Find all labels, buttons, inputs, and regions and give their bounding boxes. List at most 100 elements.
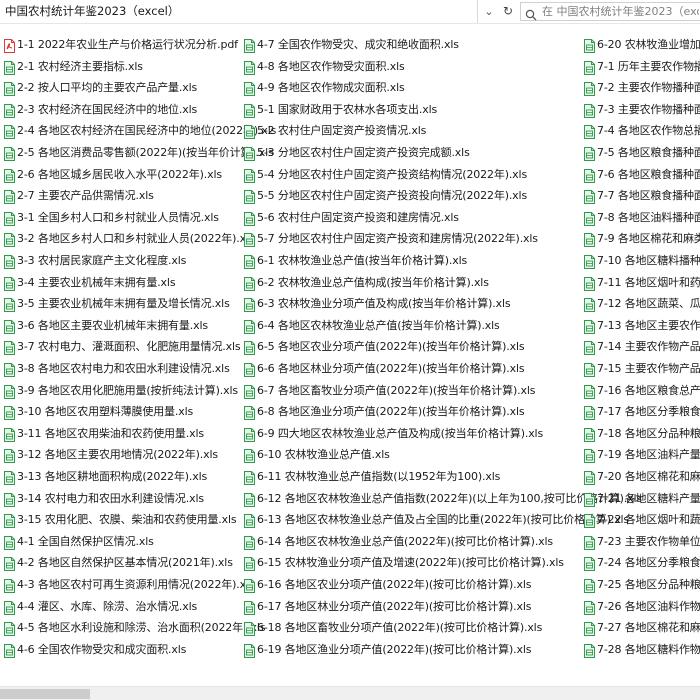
excel-file-icon bbox=[4, 189, 15, 205]
file-name: 6-8 各地区渔业分项产值(2022年)(按当年价格计算).xls bbox=[257, 405, 525, 419]
file-name: 7-10 各地区糖料播种面积( bbox=[597, 254, 700, 267]
file-name: 6-17 各地区林业分项产值(2022年)(按可比价格计算).xls bbox=[257, 599, 532, 613]
excel-file-icon bbox=[584, 276, 595, 291]
file-name: 5-4 分地区农村住户固定资产投资结构情况(2022年).xls bbox=[257, 167, 528, 181]
excel-file-icon bbox=[4, 643, 15, 658]
scrollbar-thumb[interactable] bbox=[0, 689, 90, 699]
file-name: 4-7 全国农作物受灾、成灾和绝收面积.xls bbox=[257, 38, 459, 51]
file-name: 6-20 农林牧渔业增加值和 bbox=[597, 38, 700, 51]
excel-file-icon bbox=[584, 319, 595, 334]
excel-file-icon bbox=[4, 621, 15, 637]
excel-file-icon bbox=[4, 492, 15, 507]
file-name: 3-5 主要农业机械年末拥有量及增长情况.xls bbox=[17, 297, 230, 311]
file-name: 5-6 农村住户固定资产投资和建房情况.xls bbox=[257, 210, 459, 224]
file-name: 6-14 各地区农林牧渔业总产值(2022年)(按可比价格计算).xls bbox=[257, 534, 554, 548]
excel-file-icon bbox=[584, 578, 595, 593]
excel-file-icon bbox=[244, 492, 255, 507]
excel-file-icon bbox=[584, 189, 595, 205]
file-name: 7-13 各地区主要农作物播种 bbox=[597, 318, 700, 332]
file-name: 7-9 各地区棉花和麻类播种 bbox=[597, 232, 700, 246]
file-name: 6-5 各地区农业分项产值(2022年)(按当年价格计算).xls bbox=[257, 340, 525, 354]
file-name: 6-13 各地区农林牧渔业总产值及占全国的比重(2022年)(按可比价格计算).… bbox=[257, 513, 629, 527]
file-name: 6-9 四大地区农林牧渔业总产值及构成(按当年价格计算).xls bbox=[257, 426, 544, 440]
file-explorer-window: 中国农村统计年鉴2023（excel） ⌄ ↻ 1-1 2022年农业生产与价格… bbox=[0, 0, 700, 700]
excel-file-icon bbox=[244, 384, 255, 399]
pdf-file-icon bbox=[4, 38, 15, 53]
excel-file-icon bbox=[4, 103, 15, 118]
excel-file-icon bbox=[4, 556, 15, 572]
excel-file-icon bbox=[584, 146, 595, 161]
excel-file-icon bbox=[4, 513, 15, 529]
file-name: 3-14 农村电力和农田水利建设情况.xls bbox=[17, 491, 204, 505]
file-name: 2-4 各地区农村经济在国民经济中的地位(2022年).xls bbox=[17, 124, 277, 138]
file-name: 6-1 农林牧渔业总产值(按当年价格计算).xls bbox=[257, 254, 468, 267]
file-list: 1-1 2022年农业生产与价格运行状况分析.pdf 2-1 农村经济主要指标.x… bbox=[0, 36, 700, 686]
refresh-button[interactable]: ↻ bbox=[499, 0, 517, 23]
excel-file-icon bbox=[584, 513, 595, 529]
file-name: 3-12 各地区主要农用地情况(2022年).xls bbox=[17, 448, 218, 462]
excel-file-icon bbox=[584, 340, 595, 356]
excel-file-icon bbox=[4, 276, 15, 291]
excel-file-icon bbox=[244, 211, 255, 226]
file-name: 6-6 各地区林业分项产值(2022年)(按当年价格计算).xls bbox=[257, 362, 525, 375]
excel-file-icon bbox=[244, 643, 255, 658]
excel-file-icon bbox=[4, 168, 15, 183]
file-name: 2-3 农村经济在国民经济中的地位.xls bbox=[17, 102, 198, 116]
file-name: 7-24 各地区分季粮食作物单 bbox=[597, 556, 700, 570]
file-name: 6-11 农林牧渔业总产值指数(以1952年为100).xls bbox=[257, 470, 501, 483]
search-box[interactable] bbox=[520, 2, 700, 21]
excel-file-icon bbox=[244, 405, 255, 421]
excel-file-icon bbox=[244, 124, 255, 140]
file-name: 7-8 各地区油料播种面积( bbox=[597, 210, 700, 224]
file-name: 3-9 各地区农用化肥施用量(按折纯法计算).xls bbox=[17, 383, 238, 397]
excel-file-icon bbox=[244, 340, 255, 356]
file-name: 5-5 分地区农村住户固定资产投资投向情况(2022年).xls bbox=[257, 189, 528, 203]
horizontal-scrollbar[interactable] bbox=[0, 686, 700, 700]
file-name: 3-10 各地区农用塑料薄膜使用量.xls bbox=[17, 405, 194, 419]
file-name: 7-23 主要农作物单位面积产 bbox=[597, 534, 700, 548]
file-name: 2-6 各地区城乡居民收入水平(2022年).xls bbox=[17, 167, 222, 181]
excel-file-icon bbox=[244, 427, 255, 442]
excel-file-icon bbox=[584, 643, 595, 658]
file-name: 7-21 各地区糖料产量.xls bbox=[597, 491, 700, 505]
excel-file-icon bbox=[4, 60, 15, 75]
excel-file-icon bbox=[244, 81, 255, 97]
excel-file-icon bbox=[244, 513, 255, 529]
file-name: 7-11 各地区烟叶和药材播种 bbox=[597, 275, 700, 289]
file-name: 7-15 主要农作物产品产量( bbox=[597, 362, 700, 375]
excel-file-icon bbox=[4, 470, 15, 485]
excel-file-icon bbox=[244, 319, 255, 334]
excel-file-icon bbox=[584, 254, 595, 269]
excel-file-icon bbox=[244, 448, 255, 464]
excel-file-icon bbox=[244, 535, 255, 550]
address-dropdown-button[interactable]: ⌄ bbox=[480, 0, 498, 23]
file-name: 4-5 各地区水利设施和除涝、治水面积(2022年).xls bbox=[17, 621, 266, 635]
excel-file-icon bbox=[244, 146, 255, 161]
file-name: 4-3 各地区农村可再生资源利用情况(2022年).xls bbox=[17, 578, 255, 591]
address-bar[interactable]: 中国农村统计年鉴2023（excel） bbox=[0, 0, 478, 23]
file-name: 7-28 各地区糖料作物单位面 bbox=[597, 642, 700, 656]
file-name: 6-2 农林牧渔业总产值构成(按当年价格计算).xls bbox=[257, 275, 489, 289]
file-name: 7-12 各地区蔬菜、瓜果类和 bbox=[597, 297, 700, 311]
excel-file-icon bbox=[584, 492, 595, 507]
file-name: 7-5 各地区粮食播种面积( bbox=[597, 146, 700, 159]
address-path: 中国农村统计年鉴2023（excel） bbox=[5, 4, 180, 18]
file-name: 7-6 各地区粮食播种面积(按 bbox=[597, 167, 700, 181]
search-input[interactable] bbox=[539, 3, 699, 20]
excel-file-icon bbox=[4, 319, 15, 334]
excel-file-icon bbox=[4, 340, 15, 356]
excel-file-icon bbox=[4, 427, 15, 442]
excel-file-icon bbox=[244, 578, 255, 593]
file-name: 6-10 农林牧渔业总产值.xls bbox=[257, 448, 390, 462]
excel-file-icon bbox=[244, 600, 255, 615]
file-name: 5-1 国家财政用于农林水各项支出.xls bbox=[257, 102, 438, 116]
excel-file-icon bbox=[584, 556, 595, 572]
file-name: 7-4 各地区农作物总播种面 bbox=[597, 124, 700, 138]
file-name: 3-8 各地区农村电力和农田水利建设情况.xls bbox=[17, 362, 230, 375]
excel-file-icon bbox=[584, 362, 595, 377]
file-name: 5-2 农村住户固定资产投资情况.xls bbox=[257, 124, 427, 138]
file-name: 4-4 灌区、水库、除涝、治水情况.xls bbox=[17, 599, 198, 613]
excel-file-icon bbox=[4, 362, 15, 377]
file-name: 6-16 各地区农业分项产值(2022年)(按可比价格计算).xls bbox=[257, 578, 532, 591]
file-name: 5-3 分地区农村住户固定资产投资完成额.xls bbox=[257, 146, 470, 159]
